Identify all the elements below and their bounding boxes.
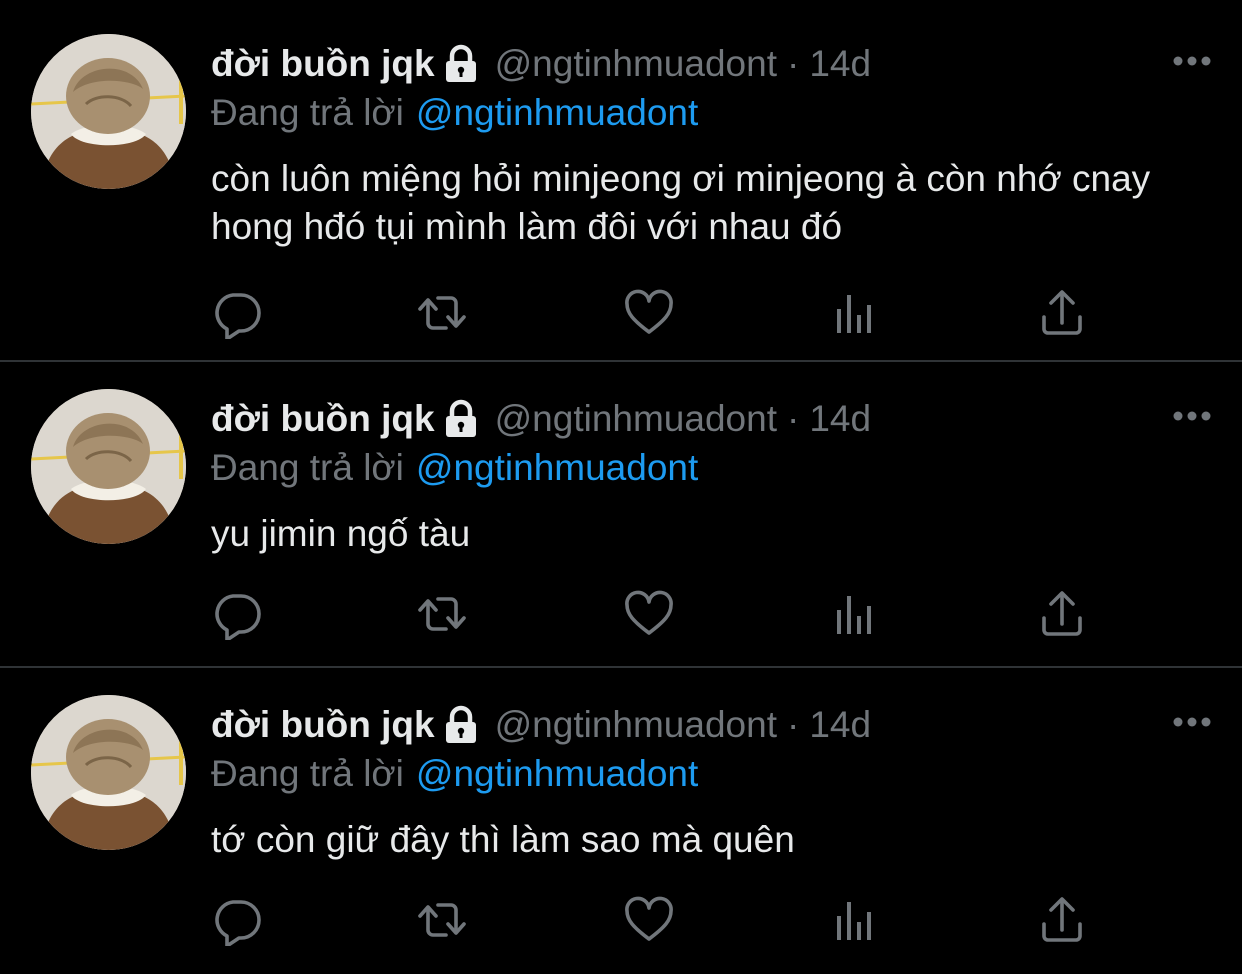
retweet-icon <box>418 296 466 330</box>
avatar[interactable] <box>31 389 186 544</box>
heart-icon <box>625 289 673 334</box>
author-handle[interactable]: @ngtinhmuadont <box>495 398 777 440</box>
tweet[interactable]: đời buồn jqk @ngtinhmuadont · 14d Đang t… <box>0 0 1242 362</box>
author-name[interactable]: đời buồn jqk <box>211 704 435 746</box>
profile-photo <box>31 34 186 189</box>
retweet-button[interactable] <box>416 588 468 640</box>
replying-to: Đang trả lời @ngtinhmuadont <box>211 90 698 136</box>
replying-to-handle-link[interactable]: @ngtinhmuadont <box>416 92 698 134</box>
lock-icon <box>443 399 479 439</box>
reply-bubble-icon <box>215 900 261 946</box>
heart-icon <box>625 896 673 941</box>
view-stats-button[interactable] <box>829 894 881 946</box>
tweet-actions <box>211 894 1091 946</box>
share-button[interactable] <box>1036 588 1088 640</box>
bar-chart-icon <box>837 295 871 333</box>
replying-to-handle-link[interactable]: @ngtinhmuadont <box>416 447 698 489</box>
retweet-button[interactable] <box>416 287 468 339</box>
tweet-actions <box>211 588 1091 640</box>
share-upload-icon <box>1042 897 1082 942</box>
share-button[interactable] <box>1036 894 1088 946</box>
more-options-icon[interactable] <box>1172 406 1212 426</box>
replying-to-handle-link[interactable]: @ngtinhmuadont <box>416 753 698 795</box>
author-handle[interactable]: @ngtinhmuadont <box>495 43 777 85</box>
view-stats-button[interactable] <box>829 588 881 640</box>
view-stats-button[interactable] <box>829 287 881 339</box>
retweet-button[interactable] <box>416 894 468 946</box>
bar-chart-icon <box>837 596 871 634</box>
bar-chart-icon <box>837 902 871 940</box>
retweet-icon <box>418 597 466 631</box>
replying-to-label: Đang trả lời <box>211 753 404 794</box>
replying-to: Đang trả lời @ngtinhmuadont <box>211 751 698 797</box>
replying-to-label: Đang trả lời <box>211 92 404 133</box>
separator-dot: · <box>786 43 800 84</box>
more-options-icon[interactable] <box>1172 712 1212 732</box>
lock-icon <box>443 705 479 745</box>
tweet-thread: đời buồn jqk @ngtinhmuadont · 14d Đang t… <box>0 0 1242 974</box>
reply-button[interactable] <box>211 287 263 339</box>
author-handle[interactable]: @ngtinhmuadont <box>495 704 777 746</box>
timestamp[interactable]: 14d <box>809 43 871 85</box>
author-name[interactable]: đời buồn jqk <box>211 43 435 85</box>
profile-photo <box>31 695 186 850</box>
tweet-actions <box>211 287 1091 339</box>
replying-to: Đang trả lời @ngtinhmuadont <box>211 445 698 491</box>
reply-bubble-icon <box>215 594 261 640</box>
author-name[interactable]: đời buồn jqk <box>211 398 435 440</box>
separator-dot: · <box>786 398 800 439</box>
separator-dot: · <box>786 704 800 745</box>
tweet-text: yu jimin ngố tàu <box>211 513 471 554</box>
tweet-text: tớ còn giữ đây thì làm sao mà quên <box>211 819 795 860</box>
timestamp[interactable]: 14d <box>809 704 871 746</box>
like-button[interactable] <box>623 287 675 339</box>
retweet-icon <box>418 903 466 937</box>
reply-bubble-icon <box>215 293 261 339</box>
tweet[interactable]: đời buồn jqk @ngtinhmuadont · 14d Đang t… <box>0 668 1242 974</box>
tweet-header: đời buồn jqk @ngtinhmuadont · 14d <box>211 395 871 443</box>
heart-icon <box>625 590 673 635</box>
like-button[interactable] <box>623 588 675 640</box>
tweet[interactable]: đời buồn jqk @ngtinhmuadont · 14d Đang t… <box>0 362 1242 668</box>
reply-button[interactable] <box>211 588 263 640</box>
like-button[interactable] <box>623 894 675 946</box>
tweet-text: còn luôn miệng hỏi minjeong ơi minjeong … <box>211 158 1151 247</box>
reply-button[interactable] <box>211 894 263 946</box>
tweet-header: đời buồn jqk @ngtinhmuadont · 14d <box>211 701 871 749</box>
share-upload-icon <box>1042 290 1082 335</box>
profile-photo <box>31 389 186 544</box>
share-upload-icon <box>1042 591 1082 636</box>
timestamp[interactable]: 14d <box>809 398 871 440</box>
replying-to-label: Đang trả lời <box>211 447 404 488</box>
avatar[interactable] <box>31 34 186 189</box>
more-options-icon[interactable] <box>1172 51 1212 71</box>
share-button[interactable] <box>1036 287 1088 339</box>
avatar[interactable] <box>31 695 186 850</box>
tweet-header: đời buồn jqk @ngtinhmuadont · 14d <box>211 40 871 88</box>
lock-icon <box>443 44 479 84</box>
